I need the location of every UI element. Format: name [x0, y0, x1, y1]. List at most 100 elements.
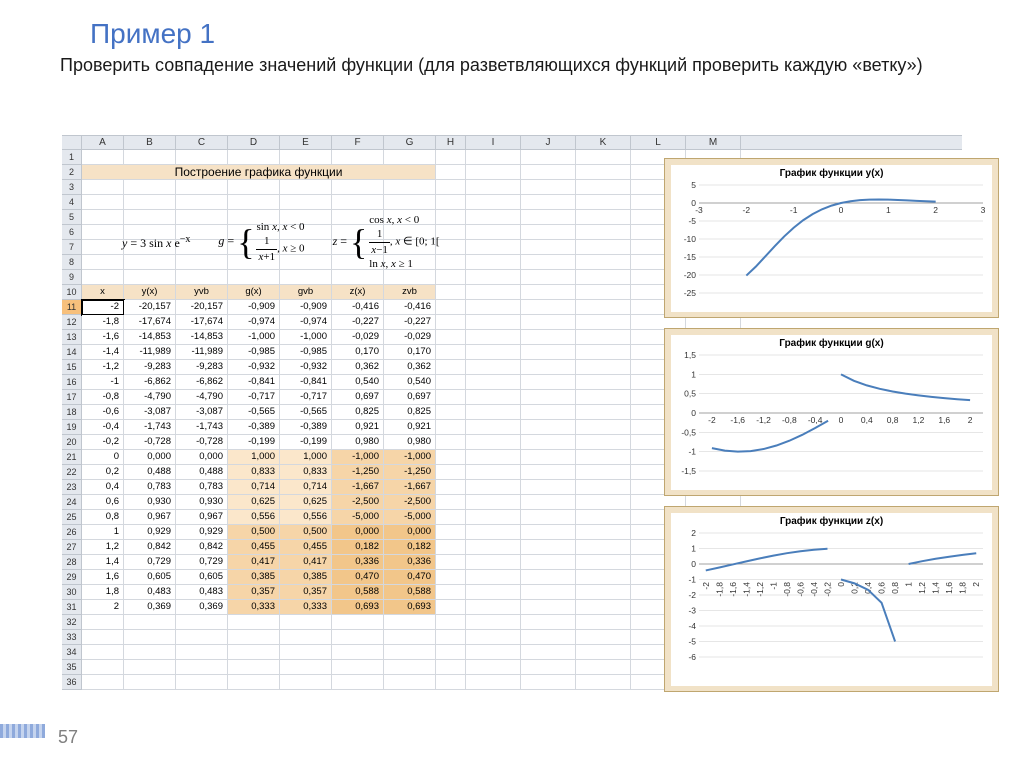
cell[interactable] [521, 675, 576, 690]
cell[interactable] [576, 150, 631, 165]
cell[interactable] [521, 390, 576, 405]
cell[interactable]: 0,930 [124, 495, 176, 510]
cell[interactable] [521, 570, 576, 585]
cell[interactable] [436, 555, 466, 570]
row-header-32[interactable]: 32 [62, 615, 82, 630]
cell[interactable] [466, 510, 521, 525]
cell[interactable]: 0,967 [176, 510, 228, 525]
cell[interactable]: -0,029 [384, 330, 436, 345]
cell[interactable] [436, 315, 466, 330]
cell[interactable]: 0,980 [332, 435, 384, 450]
cell[interactable]: 0,500 [228, 525, 280, 540]
cell[interactable] [576, 585, 631, 600]
cell[interactable]: -1 [82, 375, 124, 390]
cell[interactable] [436, 345, 466, 360]
col-header-C[interactable]: C [176, 136, 228, 149]
cell[interactable] [280, 150, 332, 165]
cell[interactable]: 0,588 [384, 585, 436, 600]
cell[interactable] [521, 555, 576, 570]
cell[interactable] [466, 555, 521, 570]
row-header-12[interactable]: 12 [62, 315, 82, 330]
cell[interactable]: 0,470 [384, 570, 436, 585]
cell[interactable] [228, 180, 280, 195]
row-header-19[interactable]: 19 [62, 420, 82, 435]
cell[interactable]: 0,693 [384, 600, 436, 615]
cell[interactable] [332, 615, 384, 630]
cell[interactable] [576, 405, 631, 420]
cell[interactable]: 0,697 [384, 390, 436, 405]
cell[interactable]: 1,2 [82, 540, 124, 555]
cell[interactable] [521, 480, 576, 495]
cell[interactable] [436, 435, 466, 450]
cell[interactable]: -0,909 [228, 300, 280, 315]
cell[interactable] [124, 630, 176, 645]
cell[interactable] [384, 180, 436, 195]
cell[interactable] [280, 645, 332, 660]
cell[interactable]: 0,369 [124, 600, 176, 615]
cell[interactable] [521, 300, 576, 315]
cell[interactable] [521, 495, 576, 510]
cell[interactable] [466, 645, 521, 660]
cell[interactable] [576, 555, 631, 570]
cell[interactable] [436, 675, 466, 690]
cell[interactable] [521, 615, 576, 630]
cell[interactable]: -3,087 [124, 405, 176, 420]
cell[interactable] [332, 645, 384, 660]
row-header-34[interactable]: 34 [62, 645, 82, 660]
col-header-H[interactable]: H [436, 136, 466, 149]
cell[interactable]: 0,714 [280, 480, 332, 495]
cell[interactable]: -0,728 [124, 435, 176, 450]
cell[interactable]: -0,717 [228, 390, 280, 405]
row-header-1[interactable]: 1 [62, 150, 82, 165]
row-header-36[interactable]: 36 [62, 675, 82, 690]
cell[interactable] [332, 150, 384, 165]
row-header-16[interactable]: 16 [62, 375, 82, 390]
cell[interactable]: 0,929 [124, 525, 176, 540]
cell[interactable] [176, 645, 228, 660]
cell[interactable]: 0,783 [124, 480, 176, 495]
cell[interactable]: -0,029 [332, 330, 384, 345]
cell[interactable]: 0,182 [332, 540, 384, 555]
cell[interactable] [576, 465, 631, 480]
row-header-31[interactable]: 31 [62, 600, 82, 615]
cell[interactable] [466, 480, 521, 495]
cell[interactable]: -0,841 [280, 375, 332, 390]
cell[interactable]: -14,853 [176, 330, 228, 345]
cell[interactable] [466, 675, 521, 690]
cell[interactable]: -0,389 [228, 420, 280, 435]
cell[interactable]: 0,729 [124, 555, 176, 570]
cell[interactable]: -0,985 [228, 345, 280, 360]
cell[interactable]: -0,974 [280, 315, 332, 330]
cell[interactable]: yvb [176, 285, 228, 300]
cell[interactable]: 0,8 [82, 510, 124, 525]
cell[interactable] [280, 180, 332, 195]
cell[interactable] [576, 510, 631, 525]
cell[interactable]: 0,000 [332, 525, 384, 540]
cell[interactable] [576, 480, 631, 495]
row-header-7[interactable]: 7 [62, 240, 82, 255]
cell[interactable]: -2,500 [332, 495, 384, 510]
cell[interactable] [384, 660, 436, 675]
cell[interactable]: 0,714 [228, 480, 280, 495]
cell[interactable] [521, 180, 576, 195]
cell[interactable]: -0,2 [82, 435, 124, 450]
cell[interactable]: 0,333 [280, 600, 332, 615]
cell[interactable]: 0,357 [280, 585, 332, 600]
cell[interactable]: -1,667 [332, 480, 384, 495]
cell[interactable] [576, 600, 631, 615]
cell[interactable]: -1,000 [384, 450, 436, 465]
cell[interactable]: 0,921 [332, 420, 384, 435]
row-header-10[interactable]: 10 [62, 285, 82, 300]
cell[interactable] [576, 615, 631, 630]
cell[interactable]: -0,909 [280, 300, 332, 315]
cell[interactable] [521, 510, 576, 525]
cell[interactable]: -17,674 [176, 315, 228, 330]
selected-cell[interactable]: -2 [82, 300, 124, 315]
cell[interactable] [466, 450, 521, 465]
cell[interactable] [576, 495, 631, 510]
cell[interactable]: -1,250 [332, 465, 384, 480]
cell[interactable]: 0,470 [332, 570, 384, 585]
cell[interactable] [436, 360, 466, 375]
cell[interactable]: -17,674 [124, 315, 176, 330]
cell[interactable] [521, 525, 576, 540]
